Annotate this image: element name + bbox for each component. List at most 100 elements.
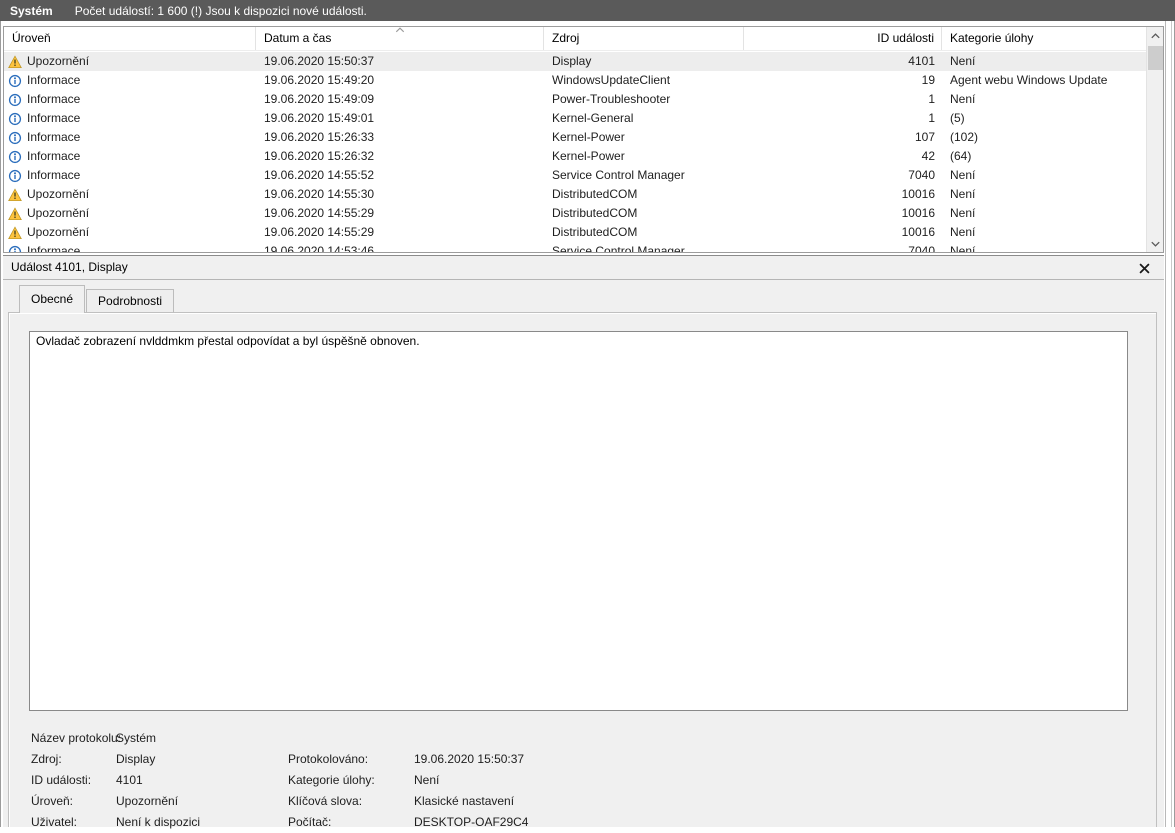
cell-event-id: 1 <box>928 111 935 125</box>
property-label: Klíčová slova: <box>288 794 363 808</box>
events-table-body: Upozornění 19.06.2020 15:50:37 Display 4… <box>4 52 1146 252</box>
cell-category: Není <box>950 225 976 239</box>
cell-source: DistributedCOM <box>552 187 638 201</box>
event-row[interactable]: Informace 19.06.2020 14:53:46 Service Co… <box>4 242 1146 252</box>
cell-datetime: 19.06.2020 14:55:30 <box>264 187 375 201</box>
event-properties: Název protokolu: Systém Zdroj: Display P… <box>31 728 1146 833</box>
level-text: Upozornění <box>27 54 90 68</box>
property-value: Display <box>116 752 156 766</box>
cell-event-id: 7040 <box>908 168 935 182</box>
column-header-source[interactable]: Zdroj <box>544 27 744 50</box>
warning-icon <box>8 206 22 221</box>
cell-source: DistributedCOM <box>552 225 638 239</box>
event-row[interactable]: Informace 19.06.2020 14:55:52 Service Co… <box>4 166 1146 185</box>
cell-category: Není <box>950 244 976 252</box>
cell-event-id: 10016 <box>901 206 935 220</box>
cell-event-id: 1 <box>928 92 935 106</box>
cell-category: Není <box>950 168 976 182</box>
preview-title: Událost 4101, Display <box>11 260 128 274</box>
property-value: 4101 <box>116 773 143 787</box>
cell-category: Není <box>950 187 976 201</box>
property-value: Upozornění <box>116 794 179 808</box>
property-label: Název protokolu: <box>31 731 122 745</box>
window-frame-right <box>1164 21 1175 827</box>
event-row[interactable]: Informace 19.06.2020 15:49:09 Power-Trou… <box>4 90 1146 109</box>
cell-event-id: 42 <box>921 149 935 163</box>
property-value: Systém <box>116 731 157 745</box>
cell-source: Display <box>552 54 592 68</box>
event-description-box[interactable]: Ovladač zobrazení nvlddmkm přestal odpov… <box>29 331 1128 711</box>
property-label: Počítač: <box>288 815 332 829</box>
event-row[interactable]: Informace 19.06.2020 15:26:33 Kernel-Pow… <box>4 128 1146 147</box>
tab-general[interactable]: Obecné <box>19 285 86 313</box>
event-row[interactable]: Upozornění 19.06.2020 15:50:37 Display 4… <box>4 52 1146 71</box>
cell-category: Není <box>950 206 976 220</box>
event-row[interactable]: Informace 19.06.2020 15:49:01 Kernel-Gen… <box>4 109 1146 128</box>
cell-category: (5) <box>950 111 965 125</box>
cell-datetime: 19.06.2020 14:55:29 <box>264 206 375 220</box>
cell-source: Service Control Manager <box>552 244 685 252</box>
cell-event-id: 7040 <box>908 244 935 252</box>
events-table-header: Úroveň Datum a čas Zdroj ID události Kat… <box>4 27 1163 51</box>
cell-source: DistributedCOM <box>552 206 638 220</box>
property-value: Není <box>414 773 440 787</box>
property-label: Kategorie úlohy: <box>288 773 375 787</box>
warning-icon <box>8 54 22 69</box>
cell-datetime: 19.06.2020 15:26:32 <box>264 149 375 163</box>
cell-source: WindowsUpdateClient <box>552 73 671 87</box>
scrollbar-up-button[interactable] <box>1147 27 1163 44</box>
property-value: Klasické nastavení <box>414 794 515 808</box>
info-icon <box>8 150 22 164</box>
cell-level: Informace <box>4 109 256 128</box>
info-icon <box>8 131 22 145</box>
event-row[interactable]: Upozornění 19.06.2020 14:55:29 Distribut… <box>4 223 1146 242</box>
column-header-level[interactable]: Úroveň <box>4 27 256 50</box>
level-text: Upozornění <box>27 187 90 201</box>
tab-details[interactable]: Podrobnosti <box>86 289 175 313</box>
level-text: Informace <box>27 168 81 182</box>
event-row[interactable]: Informace 19.06.2020 15:49:20 WindowsUpd… <box>4 71 1146 90</box>
event-row[interactable]: Upozornění 19.06.2020 14:55:30 Distribut… <box>4 185 1146 204</box>
cell-level: Upozornění <box>4 52 256 71</box>
property-value: Není k dispozici <box>116 815 201 829</box>
scrollbar-down-button[interactable] <box>1147 235 1163 252</box>
cell-datetime: 19.06.2020 15:50:37 <box>264 54 375 68</box>
cell-category: (64) <box>950 149 972 163</box>
warning-icon <box>8 225 22 240</box>
level-text: Upozornění <box>27 206 90 220</box>
property-label: Zdroj: <box>31 752 62 766</box>
cell-source: Kernel-General <box>552 111 634 125</box>
property-value: 19.06.2020 15:50:37 <box>414 752 525 766</box>
cell-source: Kernel-Power <box>552 149 625 163</box>
info-icon <box>8 169 22 183</box>
cell-level: Informace <box>4 166 256 185</box>
events-scrollbar[interactable] <box>1146 27 1163 252</box>
log-header-bar: Systém Počet událostí: 1 600 (!) Jsou k … <box>0 0 1175 21</box>
cell-source: Power-Troubleshooter <box>552 92 671 106</box>
property-row: ID události: 4101 Kategorie úlohy: Není <box>31 770 1146 791</box>
cell-datetime: 19.06.2020 14:55:52 <box>264 168 375 182</box>
close-icon[interactable] <box>1136 261 1152 275</box>
property-value: DESKTOP-OAF29C4 <box>414 815 529 829</box>
property-label: Úroveň: <box>31 794 74 808</box>
cell-source: Service Control Manager <box>552 168 685 182</box>
property-row: Uživatel: Není k dispozici Počítač: DESK… <box>31 812 1146 833</box>
property-row: Úroveň: Upozornění Klíčová slova: Klasic… <box>31 791 1146 812</box>
events-table: Úroveň Datum a čas Zdroj ID události Kat… <box>3 26 1164 253</box>
cell-level: Upozornění <box>4 204 256 223</box>
cell-datetime: 19.06.2020 15:49:20 <box>264 73 375 87</box>
scrollbar-thumb[interactable] <box>1148 46 1163 70</box>
cell-datetime: 19.06.2020 14:55:29 <box>264 225 375 239</box>
column-header-category[interactable]: Kategorie úlohy <box>942 27 1146 50</box>
cell-category: Agent webu Windows Update <box>950 73 1108 87</box>
column-header-datetime[interactable]: Datum a čas <box>256 27 544 50</box>
preview-tabs: Obecné Podrobnosti <box>19 285 175 313</box>
log-status-text: Počet událostí: 1 600 (!) Jsou k dispozi… <box>74 3 367 18</box>
event-row[interactable]: Informace 19.06.2020 15:26:32 Kernel-Pow… <box>4 147 1146 166</box>
cell-level: Upozornění <box>4 223 256 242</box>
cell-datetime: 19.06.2020 14:53:46 <box>264 244 375 252</box>
property-label: ID události: <box>31 773 92 787</box>
level-text: Informace <box>27 130 81 144</box>
event-row[interactable]: Upozornění 19.06.2020 14:55:29 Distribut… <box>4 204 1146 223</box>
column-header-event-id[interactable]: ID události <box>744 27 942 50</box>
